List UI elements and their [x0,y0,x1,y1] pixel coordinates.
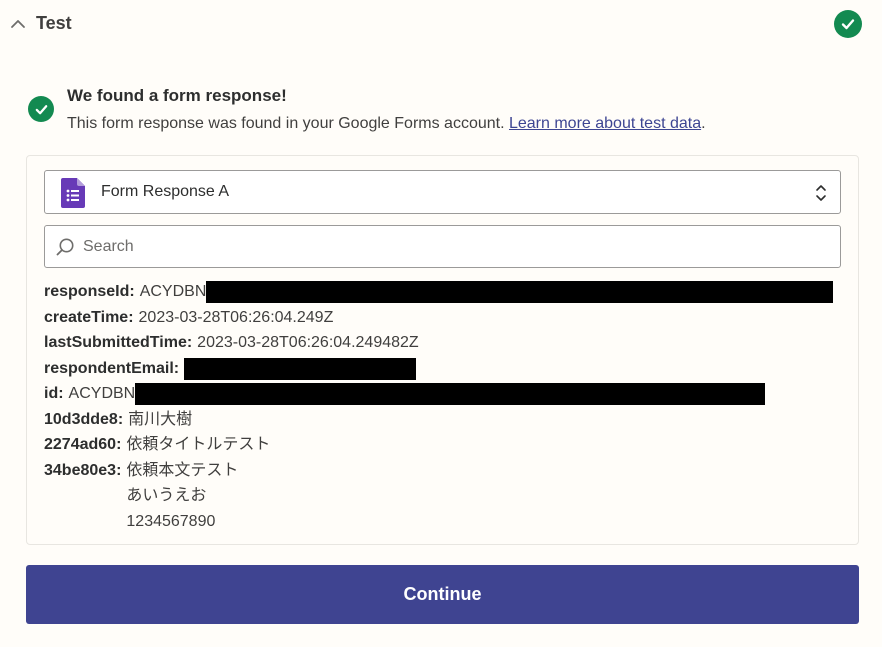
field-value-line: 依頼本文テスト [126,461,239,479]
response-selector[interactable]: Form Response A [44,170,841,214]
field-value: ACYDBN [68,385,136,402]
field-value: 2023-03-28T06:26:04.249482Z [197,334,419,351]
continue-button[interactable]: Continue [26,565,859,624]
field-value: 依頼タイトルテスト [126,436,271,453]
field-key: respondentEmail: [44,359,180,377]
field-value: 2023-03-28T06:26:04.249Z [138,308,334,326]
google-forms-icon [61,178,85,208]
field-row: createTime: 2023-03-28T06:26:04.249Z [44,305,844,331]
notice-title: We found a form response! [67,86,287,105]
field-row: 34be80e3: 依頼本文テスト あいうえお 1234567890 [44,458,844,535]
search-input[interactable] [83,232,823,262]
chevron-up-icon[interactable] [10,16,26,32]
field-key: 2274ad60: [44,436,122,453]
field-key: createTime: [44,308,134,326]
response-card: Form Response A responseId: ACYDBN [26,155,859,545]
selected-response: Form Response A [101,183,230,200]
field-row: respondentEmail: [44,356,844,382]
field-row: 2274ad60: 依頼タイトルテスト [44,432,844,458]
field-value-line: あいうえお [126,487,207,504]
search-box[interactable] [44,225,841,268]
field-value-multiline: 依頼本文テスト あいうえお 1234567890 [126,458,238,535]
redaction-bar [184,357,417,380]
redaction-bar [206,281,834,303]
response-fields: responseId: ACYDBN createTime: 2023-03-2… [44,279,844,534]
field-key: id: [44,385,64,402]
field-value: 南川大樹 [128,410,193,428]
field-row: 10d3dde8: 南川大樹 [44,407,844,433]
redaction-bar [135,383,766,405]
field-key: 34be80e3: [44,461,122,479]
check-circle-icon [834,10,862,38]
field-row: responseId: ACYDBN [44,279,844,305]
field-row: lastSubmittedTime: 2023-03-28T06:26:04.2… [44,330,844,356]
field-value: ACYDBN [139,283,207,300]
search-icon [55,237,75,257]
check-circle-icon [28,96,54,122]
field-key: 10d3dde8: [44,410,124,428]
notice-description: This form response was found in your Goo… [67,115,509,132]
field-key: responseId: [44,283,135,300]
field-key: lastSubmittedTime: [44,334,193,351]
section-title: Test [36,13,72,33]
notice-period: . [701,115,706,132]
chevron-up-down-icon [814,183,828,203]
field-row: id: ACYDBN [44,381,844,407]
field-value-line: 1234567890 [126,512,216,530]
test-panel: Test We found a form response! This form… [0,0,882,647]
notice-text: This form response was found in your Goo… [67,115,706,133]
test-section-header[interactable]: Test [0,0,882,48]
learn-more-link[interactable]: Learn more about test data [509,115,701,132]
